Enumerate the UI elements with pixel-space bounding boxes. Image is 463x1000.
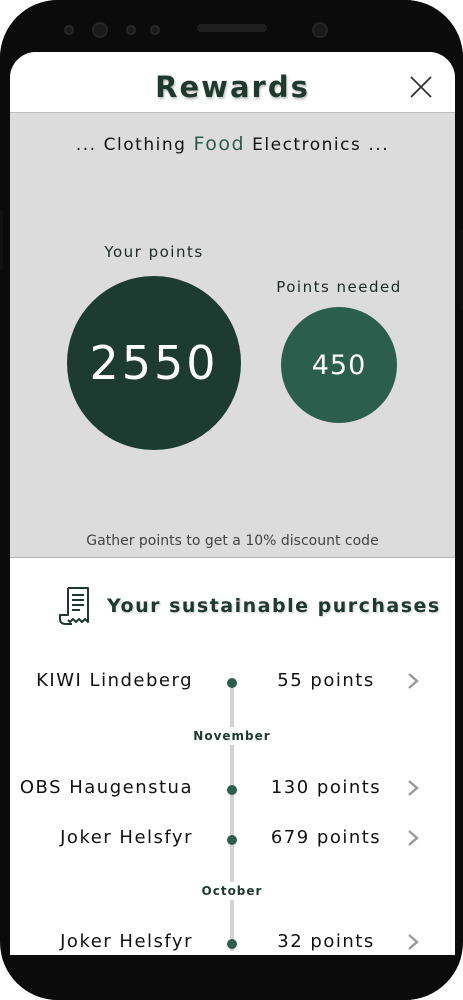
app-screen: Rewards ... Clothing Food Electronics ..…	[10, 52, 455, 962]
month-label-november: November	[182, 727, 282, 745]
purchase-store: KIWI Lindeberg	[36, 670, 193, 691]
volume-button	[0, 210, 3, 270]
points-panel: ... Clothing Food Electronics ... Your p…	[10, 113, 455, 558]
sensor-icon	[64, 25, 74, 35]
your-points-circle: 2550	[67, 276, 241, 450]
purchase-row[interactable]: Joker Helsfyr 32 points	[10, 927, 455, 957]
top-bezel	[0, 0, 463, 60]
category-clothing[interactable]: Clothing	[104, 135, 187, 155]
timeline-dot	[227, 835, 237, 845]
category-more-right[interactable]: ...	[368, 135, 389, 155]
close-icon[interactable]	[408, 74, 434, 100]
front-camera-icon	[92, 22, 108, 38]
chevron-right-icon[interactable]	[406, 671, 420, 691]
sensor-icon	[126, 25, 136, 35]
sensor-icon	[150, 25, 160, 35]
page-title: Rewards	[155, 70, 310, 104]
purchase-timeline	[230, 681, 234, 951]
purchase-points: 130 points	[270, 777, 382, 798]
chevron-right-icon[interactable]	[406, 828, 420, 848]
purchase-points: 679 points	[270, 827, 382, 848]
your-points-label: Your points	[104, 243, 204, 261]
phone-frame: Rewards ... Clothing Food Electronics ..…	[0, 0, 463, 1000]
discount-info-text: Gather points to get a 10% discount code	[86, 533, 379, 549]
earpiece-speaker	[197, 24, 267, 32]
purchase-store: Joker Helsfyr	[60, 931, 193, 952]
chevron-right-icon[interactable]	[406, 778, 420, 798]
chevron-right-icon[interactable]	[406, 932, 420, 952]
timeline-dot	[227, 785, 237, 795]
purchases-title: Your sustainable purchases	[107, 595, 441, 617]
purchase-row[interactable]: OBS Haugenstua 130 points	[10, 773, 455, 803]
points-needed-value: 450	[311, 349, 367, 381]
purchase-points: 32 points	[277, 931, 375, 952]
category-more-left[interactable]: ...	[76, 135, 97, 155]
points-needed-label: Points needed	[276, 278, 402, 296]
purchase-points: 55 points	[277, 670, 375, 691]
category-food[interactable]: Food	[194, 133, 246, 155]
points-needed-circle: 450	[281, 307, 397, 423]
purchase-row[interactable]: KIWI Lindeberg 55 points	[10, 666, 455, 696]
purchase-store: OBS Haugenstua	[19, 777, 193, 798]
month-label-october: October	[182, 882, 282, 900]
category-electronics[interactable]: Electronics	[252, 135, 361, 155]
purchase-row[interactable]: Joker Helsfyr 679 points	[10, 823, 455, 853]
purchase-store: Joker Helsfyr	[60, 827, 193, 848]
timeline-dot	[227, 678, 237, 688]
category-selector: ... Clothing Food Electronics ...	[10, 133, 455, 155]
your-points-value: 2550	[89, 336, 219, 390]
iris-camera-icon	[312, 22, 328, 38]
bottom-bezel	[0, 955, 463, 1000]
receipt-icon	[59, 587, 89, 625]
timeline-dot	[227, 939, 237, 949]
app-header: Rewards	[10, 52, 455, 113]
